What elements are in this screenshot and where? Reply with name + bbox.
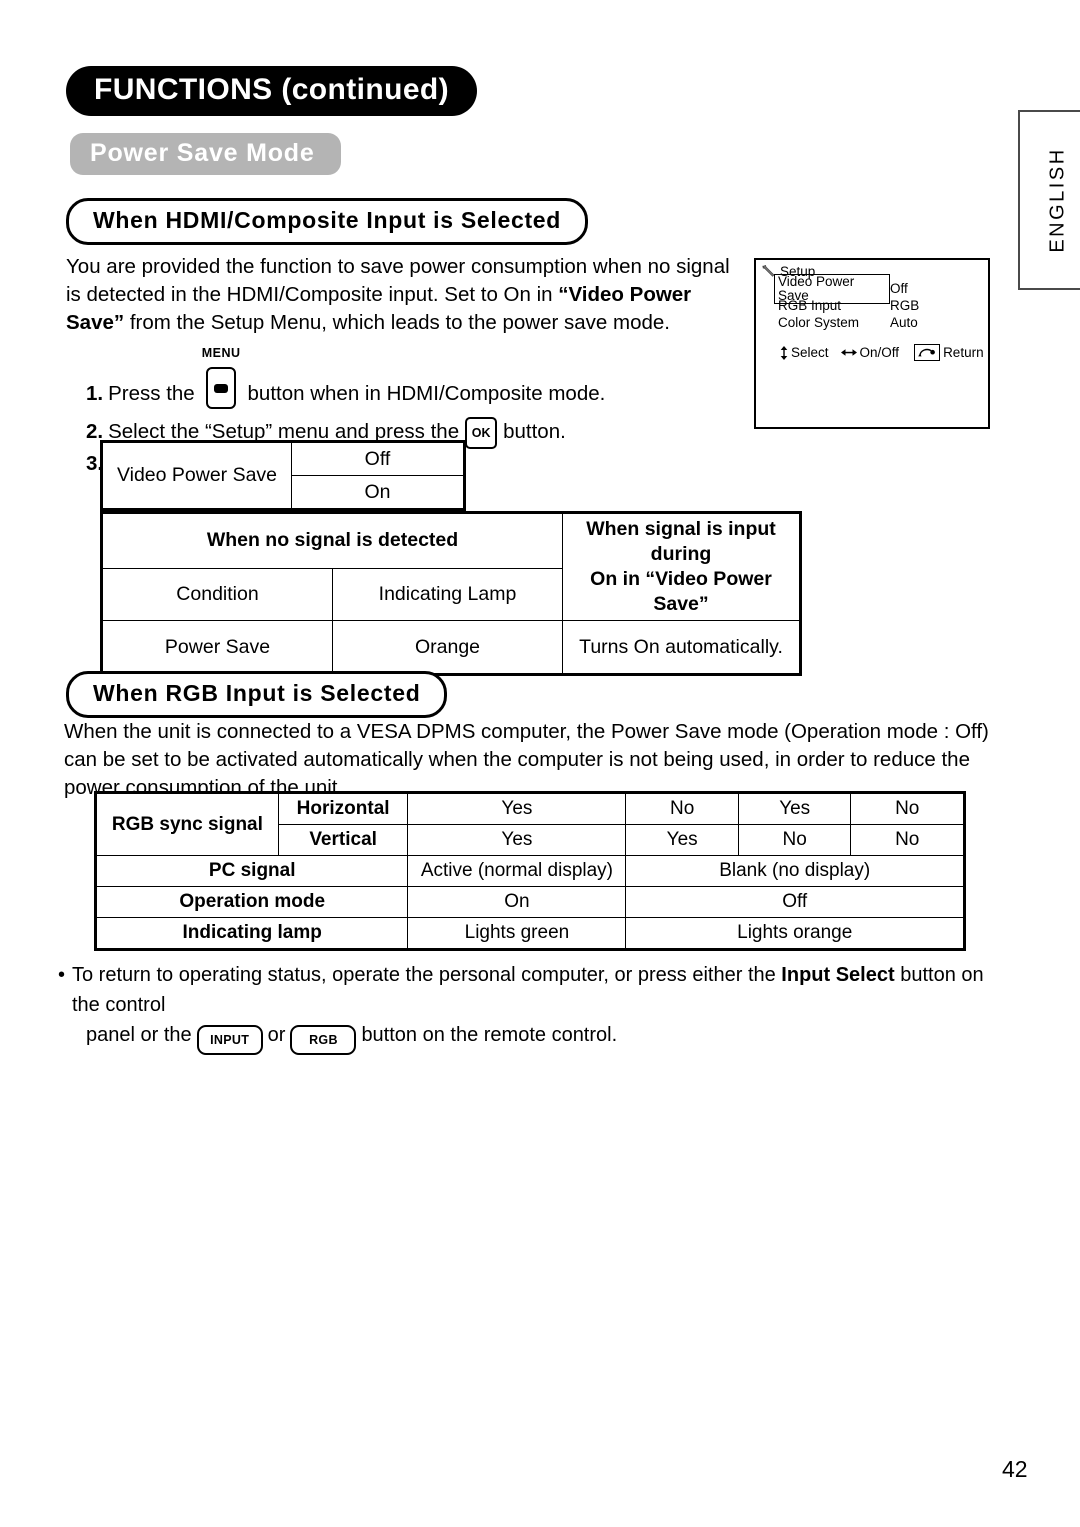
bullet-icon: • (58, 964, 66, 986)
section-title: Power Save Mode (70, 133, 341, 176)
rgb-v-value-2: Yes (625, 824, 739, 856)
table-row: Video Power Save Off (102, 442, 464, 509)
vps-row-label: Video Power Save (102, 442, 292, 509)
signal-group-header-right-line2: On in “Video Power Save” (590, 568, 772, 615)
rgb-row-label-horizontal: Horizontal (277, 793, 409, 825)
step-text-after: button. (503, 420, 566, 443)
step-number: 3. (86, 452, 104, 475)
ok-button[interactable]: OK (465, 417, 498, 449)
rgb-pc-signal-value-active: Active (normal display) (407, 855, 627, 887)
osd-hint-select: Select (780, 345, 829, 360)
language-tab: ENGLISH (1018, 110, 1080, 290)
osd-item-value: Off (890, 281, 908, 296)
osd-hint-onoff: On/Off (840, 345, 900, 360)
table-signal-conditions: When no signal is detected When signal i… (100, 511, 802, 676)
step-item-2: 2. Select the “Setup” menu and press the… (86, 413, 746, 449)
rgb-operation-mode-on: On (407, 886, 627, 918)
footnote-line-2: panel or the INPUT or RGB button on the … (58, 1020, 1006, 1055)
signal-group-header-right: When signal is input during On in “Video… (562, 513, 800, 621)
table-row: Operation mode On Off (95, 886, 964, 918)
rgb-pc-signal-value-blank: Blank (no display) (625, 855, 964, 887)
rgb-intro-paragraph: When the unit is connected to a VESA DPM… (64, 720, 989, 799)
up-down-arrow-icon (780, 345, 788, 360)
footnote-text-d: button on the remote control. (361, 1024, 618, 1046)
step-item-1: 1. Press the MENU button when in HDMI/Co… (86, 338, 746, 409)
table-row: When no signal is detected When signal i… (102, 513, 800, 621)
step-text-after: button when in HDMI/Composite mode. (247, 382, 606, 405)
osd-setup-menu: Setup Video Power Save Off RGB Input RGB… (754, 258, 990, 429)
rgb-row-label-vertical: Vertical (277, 824, 409, 856)
signal-cell-condition: Power Save (102, 620, 333, 674)
footnote-text-c: panel or the (86, 1024, 192, 1046)
step-text-before: Press the (108, 382, 195, 405)
input-button[interactable]: INPUT (196, 1025, 263, 1055)
osd-hint-label: Return (943, 345, 984, 360)
subsection-heading-rgb: When RGB Input is Selected (66, 671, 448, 719)
rgb-indicating-lamp-orange: Lights orange (625, 917, 964, 949)
footnote-text-a: To return to operating status, operate t… (72, 964, 782, 986)
page-number: 42 (1002, 1456, 1028, 1482)
signal-group-header-left: When no signal is detected (102, 513, 563, 569)
table-row: Indicating lamp Lights green Lights oran… (95, 917, 964, 949)
vps-option-off: Off (291, 442, 464, 476)
rgb-v-value-1: Yes (407, 824, 627, 856)
language-tab-label: ENGLISH (1046, 147, 1069, 253)
menu-glyph-icon (214, 383, 229, 393)
rgb-button[interactable]: RGB (290, 1025, 357, 1055)
rgb-v-value-3: No (737, 824, 852, 856)
osd-hint-label: Select (791, 345, 829, 360)
rgb-pc-signal-label: PC signal (95, 855, 409, 887)
chapter-title: FUNCTIONS (continued) (66, 66, 478, 116)
rgb-h-value-1: Yes (407, 793, 627, 825)
table-rgb-sync: RGB sync signal Horizontal Yes No Yes No… (94, 791, 966, 951)
table-row: RGB sync signal Horizontal Yes No Yes No (96, 793, 964, 856)
menu-button[interactable]: MENU (202, 340, 241, 409)
table-video-power-save: Video Power Save Off On (100, 440, 466, 511)
signal-cell-lamp: Orange (332, 620, 563, 674)
rgb-h-value-3: Yes (737, 793, 852, 825)
osd-item-label: Color System (778, 315, 860, 330)
rgb-h-value-2: No (625, 793, 739, 825)
osd-hint-bar: Select On/Off Return (780, 344, 988, 361)
osd-item-label: RGB Input (778, 298, 842, 313)
osd-item-value: RGB (890, 298, 920, 313)
signal-subheader-lamp: Indicating Lamp (332, 567, 563, 622)
osd-item-video-power-save[interactable]: Video Power Save Off (774, 273, 988, 304)
menu-button-key[interactable] (206, 367, 237, 409)
hdmi-intro-paragraph: You are provided the function to save po… (66, 253, 746, 337)
step-number: 2. (86, 420, 104, 443)
signal-subheader-condition: Condition (102, 567, 333, 622)
rgb-operation-mode-off: Off (625, 886, 964, 918)
signal-cell-behavior: Turns On automatically. (562, 620, 800, 674)
osd-item-list: Video Power Save Off RGB Input RGB Color… (774, 273, 988, 331)
left-right-arrow-icon (840, 349, 857, 356)
return-icon (914, 344, 941, 361)
footnote-text-or: or (267, 1024, 286, 1046)
rgb-sync-label: RGB sync signal (96, 793, 279, 856)
osd-item-value: Auto (890, 315, 918, 330)
step-number: 1. (86, 382, 104, 405)
signal-group-header-right-line1: When signal is input during (586, 518, 776, 565)
footnote-line-1: To return to operating status, operate t… (58, 960, 1006, 1020)
osd-item-color-system[interactable]: Color System Auto (778, 314, 988, 331)
footnote-return-to-operating: • To return to operating status, operate… (58, 960, 1006, 1055)
rgb-h-value-4: No (850, 793, 964, 825)
osd-item-rgb-input[interactable]: RGB Input RGB (778, 297, 988, 314)
rgb-v-value-4: No (850, 824, 964, 856)
table-row: Power Save Orange Turns On automatically… (102, 620, 800, 674)
footnote-emphasis: Input Select (781, 964, 895, 986)
table-row: PC signal Active (normal display) Blank … (95, 855, 964, 887)
rgb-indicating-lamp-green: Lights green (407, 917, 627, 949)
osd-hint-label: On/Off (859, 345, 900, 360)
hdmi-intro-part2: from the Setup Menu, which leads to the … (124, 311, 670, 334)
osd-hint-return: Return (911, 344, 984, 361)
vps-option-on: On (291, 475, 464, 509)
menu-button-label: MENU (201, 346, 241, 360)
rgb-operation-mode-label: Operation mode (95, 886, 409, 918)
rgb-indicating-lamp-label: Indicating lamp (95, 917, 409, 949)
subsection-heading-hdmi: When HDMI/Composite Input is Selected (66, 198, 589, 246)
